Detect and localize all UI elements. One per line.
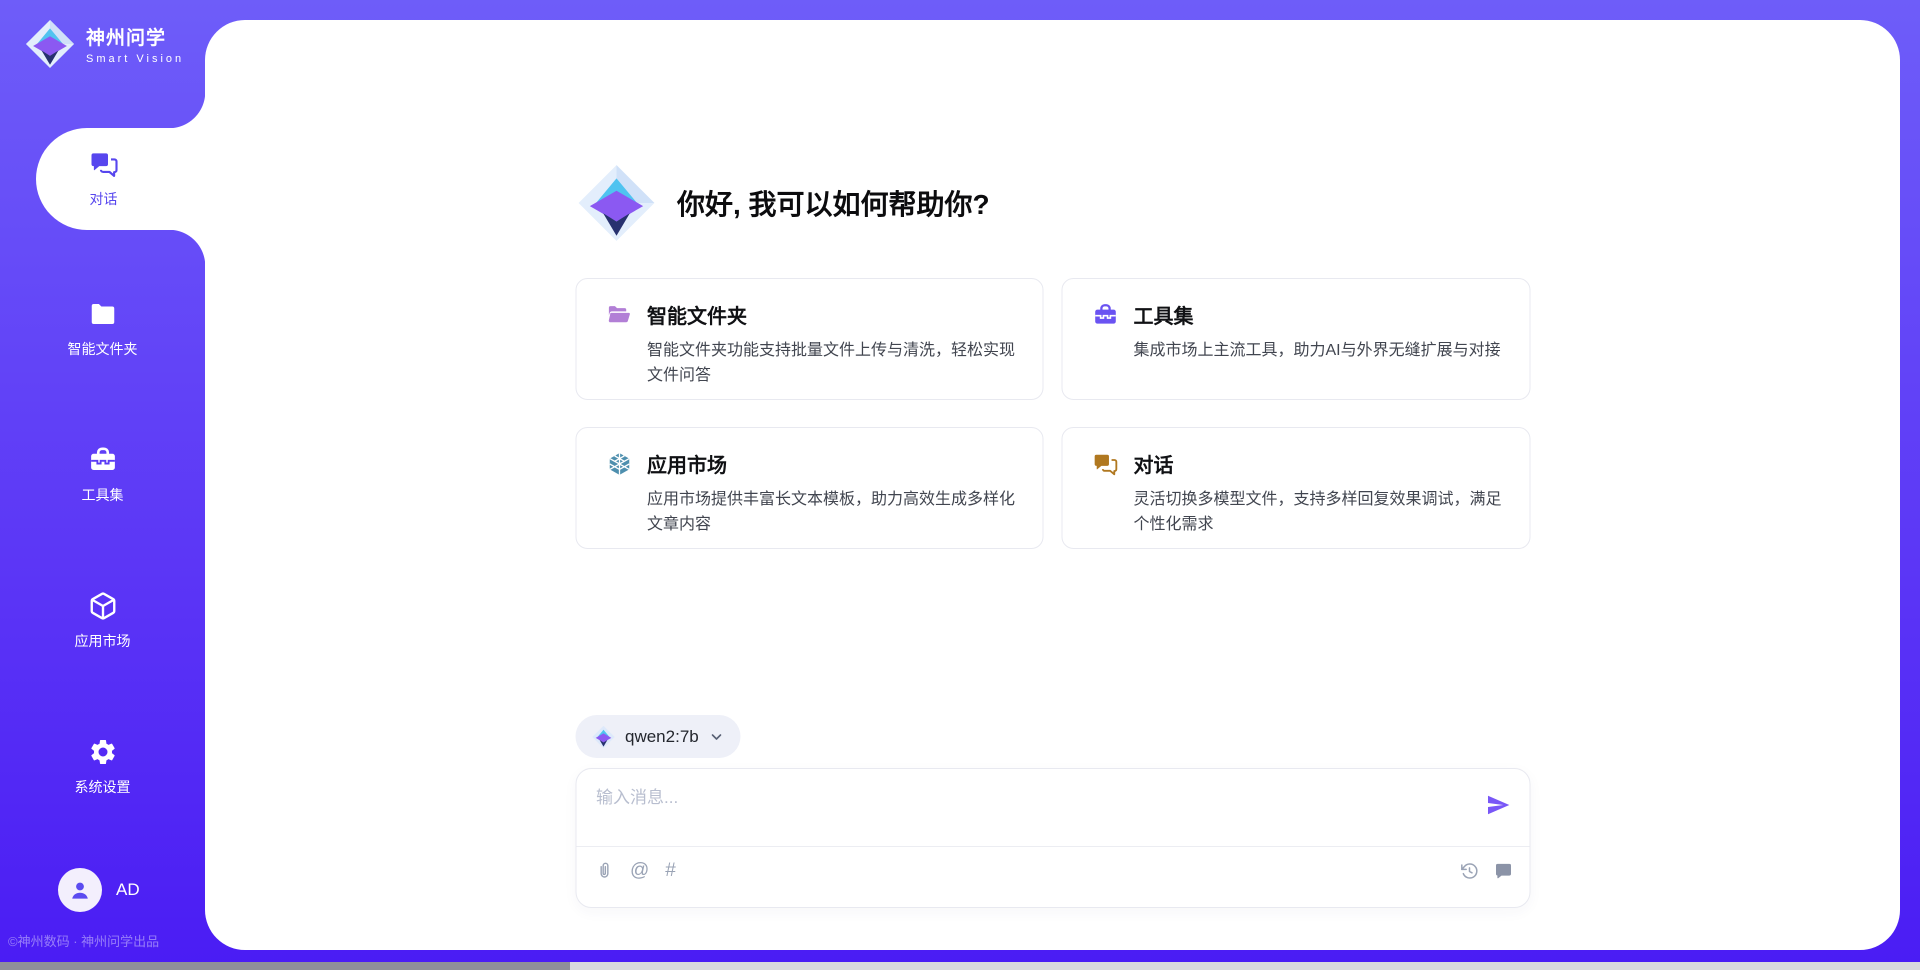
history-icon <box>1459 861 1479 881</box>
tiled-cube-icon <box>606 451 632 477</box>
message-composer: @ # <box>575 768 1530 908</box>
card-description: 集成市场上主流工具，助力AI与外界无缝扩展与对接 <box>1134 338 1506 363</box>
card-description: 应用市场提供丰富长文本模板，助力高效生成多样化文章内容 <box>647 487 1019 537</box>
card-smart-folder[interactable]: 智能文件夹 智能文件夹功能支持批量文件上传与清洗，轻松实现文件问答 <box>575 278 1044 400</box>
feature-cards: 智能文件夹 智能文件夹功能支持批量文件上传与清洗，轻松实现文件问答 工具集 集成… <box>575 278 1530 549</box>
card-title: 应用市场 <box>647 449 727 478</box>
sidebar-item-settings[interactable]: 系统设置 <box>0 716 205 818</box>
user-profile[interactable]: AD <box>58 868 140 912</box>
comment-icon <box>1493 861 1513 881</box>
mention-button[interactable]: @ <box>630 861 649 881</box>
send-icon <box>1485 792 1511 818</box>
main-panel: 你好, 我可以如何帮助你? 智能文件夹 智能文件夹功能支持批量文件上传与清洗，轻… <box>205 20 1900 950</box>
composer-divider <box>576 846 1529 847</box>
diamond-logo-icon <box>591 725 615 749</box>
card-app-market[interactable]: 应用市场 应用市场提供丰富长文本模板，助力高效生成多样化文章内容 <box>575 427 1044 549</box>
card-chat[interactable]: 对话 灵活切换多模型文件，支持多样回复效果调试，满足个性化需求 <box>1062 427 1531 549</box>
at-icon: @ <box>630 861 649 881</box>
hash-icon: # <box>665 861 676 881</box>
hashtag-button[interactable]: # <box>665 861 676 881</box>
copyright-footer: ©神州数码 · 神州问学出品 <box>8 931 204 950</box>
brand-subtitle: Smart Vision <box>86 53 184 65</box>
card-toolset[interactable]: 工具集 集成市场上主流工具，助力AI与外界无缝扩展与对接 <box>1062 278 1531 400</box>
greeting-title: 你好, 我可以如何帮助你? <box>677 183 990 223</box>
message-input[interactable] <box>596 783 1456 839</box>
toolbox-icon <box>1093 302 1119 328</box>
card-title: 工具集 <box>1134 300 1194 329</box>
sidebar-item-label: 系统设置 <box>75 777 131 797</box>
chat-icon <box>89 149 119 179</box>
send-button[interactable] <box>1483 791 1513 821</box>
chat-icon <box>1093 451 1119 477</box>
sidebar-item-app-market[interactable]: 应用市场 <box>0 570 205 672</box>
sidebar-item-label: 工具集 <box>82 485 124 505</box>
card-title: 对话 <box>1134 449 1174 478</box>
brand-name: 神州问学 <box>86 23 184 50</box>
sidebar-item-toolset[interactable]: 工具集 <box>0 424 205 526</box>
chevron-down-icon <box>709 729 725 745</box>
sidebar-item-smart-folder[interactable]: 智能文件夹 <box>0 278 205 380</box>
toolbox-icon <box>88 445 118 475</box>
greeting: 你好, 我可以如何帮助你? <box>575 162 990 244</box>
user-name: AD <box>116 880 140 900</box>
sidebar-item-label: 对话 <box>90 189 118 209</box>
diamond-logo-icon <box>24 18 76 70</box>
brand-logo: 神州问学 Smart Vision <box>24 18 184 70</box>
card-title: 智能文件夹 <box>647 300 747 329</box>
card-description: 灵活切换多模型文件，支持多样回复效果调试，满足个性化需求 <box>1134 487 1506 537</box>
sidebar-item-chat[interactable]: 对话 <box>36 128 205 230</box>
person-icon <box>67 877 93 903</box>
open-folder-icon <box>606 302 632 328</box>
comment-button[interactable] <box>1493 861 1513 881</box>
sidebar: 神州问学 Smart Vision 对话 智能文件夹 工具集 <box>0 0 205 970</box>
attach-file-button[interactable] <box>594 861 614 881</box>
avatar <box>58 868 102 912</box>
sidebar-item-label: 应用市场 <box>75 631 131 651</box>
gear-icon <box>88 737 118 767</box>
folder-icon <box>88 299 118 329</box>
horizontal-scrollbar[interactable] <box>0 962 1920 970</box>
cube-icon <box>88 591 118 621</box>
model-selector[interactable]: qwen2:7b <box>575 715 741 758</box>
model-name: qwen2:7b <box>625 727 699 747</box>
scrollbar-thumb[interactable] <box>0 962 570 970</box>
paperclip-icon <box>594 861 614 881</box>
history-button[interactable] <box>1459 861 1479 881</box>
diamond-logo-icon <box>575 162 657 244</box>
sidebar-item-label: 智能文件夹 <box>68 339 138 359</box>
card-description: 智能文件夹功能支持批量文件上传与清洗，轻松实现文件问答 <box>647 338 1019 388</box>
